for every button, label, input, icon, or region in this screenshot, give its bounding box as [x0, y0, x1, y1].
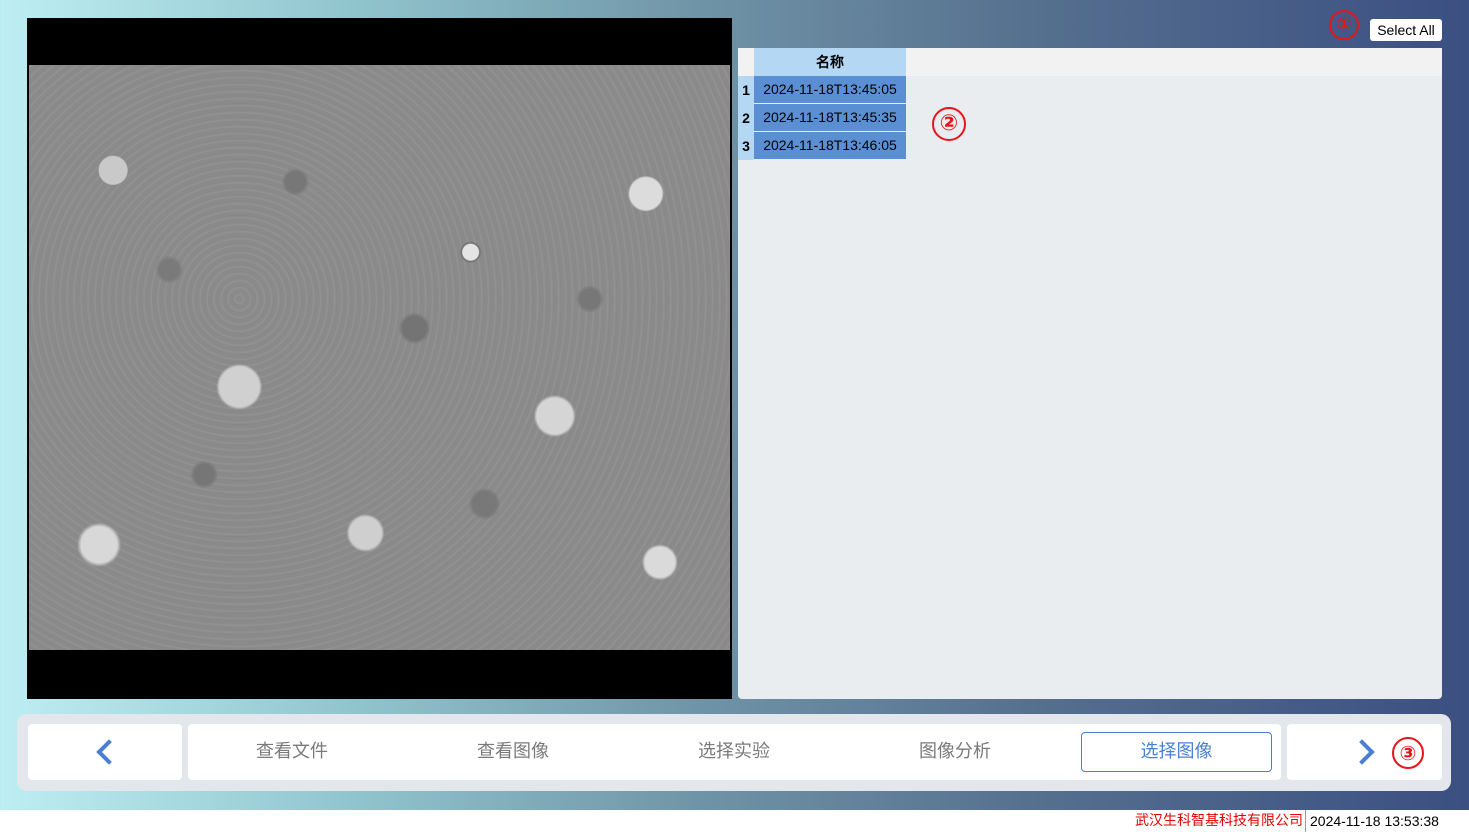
- tab-select-experiment[interactable]: 选择实验: [644, 724, 824, 780]
- image-viewer: [27, 18, 732, 699]
- clock: 2024-11-18 13:53:38: [1305, 810, 1469, 832]
- annotation-marker-3: ③: [1392, 737, 1424, 769]
- tab-image-analysis[interactable]: 图像分析: [865, 724, 1045, 780]
- table-row[interactable]: 3 2024-11-18T13:46:05: [738, 132, 906, 160]
- tab-view-files[interactable]: 查看文件: [202, 724, 382, 780]
- row-name-cell[interactable]: 2024-11-18T13:46:05: [754, 132, 906, 160]
- microscope-image: [29, 65, 730, 650]
- tab-view-images[interactable]: 查看图像: [423, 724, 603, 780]
- table-corner: [738, 48, 754, 76]
- column-header-name[interactable]: 名称: [754, 48, 906, 76]
- image-list-table: 名称 1 2024-11-18T13:45:05 2 2024-11-18T13…: [738, 48, 1442, 699]
- row-number[interactable]: 1: [738, 76, 754, 104]
- annotation-marker-1: ①: [1329, 10, 1359, 40]
- prev-button[interactable]: [28, 724, 182, 780]
- row-number[interactable]: 3: [738, 132, 754, 160]
- status-bar: 武汉生科智基科技有限公司 2024-11-18 13:53:38: [0, 810, 1469, 832]
- row-name-cell[interactable]: 2024-11-18T13:45:35: [754, 104, 906, 132]
- company-name: 武汉生科智基科技有限公司: [1135, 813, 1303, 829]
- table-row[interactable]: 1 2024-11-18T13:45:05: [738, 76, 906, 104]
- chevron-right-icon: [1349, 739, 1375, 765]
- chevron-left-icon: [96, 739, 122, 765]
- row-name-cell[interactable]: 2024-11-18T13:45:05: [754, 76, 906, 104]
- table-row[interactable]: 2 2024-11-18T13:45:35: [738, 104, 906, 132]
- row-number[interactable]: 2: [738, 104, 754, 132]
- annotation-marker-2: ②: [932, 107, 966, 141]
- nav-tabs: 查看文件 查看图像 选择实验 图像分析 选择图像: [188, 724, 1281, 780]
- select-all-button[interactable]: Select All: [1370, 19, 1442, 41]
- tab-select-image[interactable]: 选择图像: [1081, 732, 1272, 772]
